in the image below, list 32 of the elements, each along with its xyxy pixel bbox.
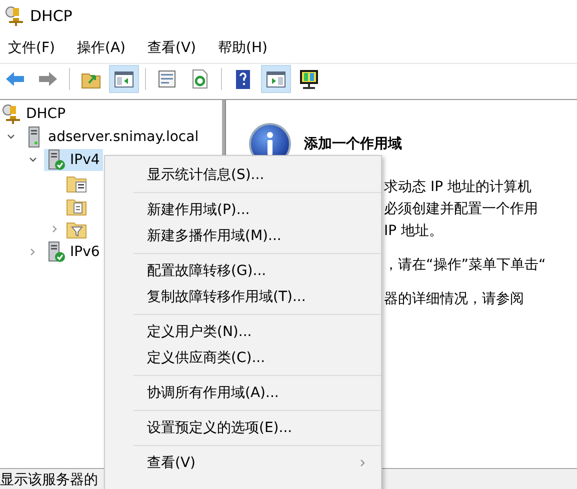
tree-item[interactable]: IPv4	[44, 148, 103, 170]
menu-item[interactable]: 显示统计信息(S)...	[105, 162, 381, 188]
tree-item[interactable]: DHCP	[0, 102, 69, 124]
menu-item[interactable]: 定义用户类(N)...	[105, 319, 381, 345]
menu-item[interactable]: 操作(A)	[76, 39, 126, 57]
menu-item[interactable]: 协调所有作用域(A)...	[105, 380, 381, 406]
menu-item[interactable]: 复制故障转移作用域(T)...	[105, 284, 381, 310]
menu-item[interactable]: 文件(F)	[8, 39, 55, 57]
info-text: 器的详细情况，请参阅	[384, 290, 525, 309]
dhcp-icon	[1, 102, 23, 124]
info-heading: 添加一个作用域	[304, 135, 402, 153]
info-text: ，请在“操作”菜单下单击“	[384, 256, 547, 275]
chevron-down-icon[interactable]	[6, 132, 16, 142]
menu-item[interactable]: 设置预定义的选项(E)...	[105, 415, 381, 441]
tree-item[interactable]: adserver.snimay.local	[22, 126, 202, 148]
menu-item[interactable]: 定义供应商类(C)...	[105, 345, 381, 371]
document-icon	[156, 68, 178, 90]
monitor-icon	[298, 68, 320, 90]
info-text: 求动态 IP 地址的计算机	[384, 178, 532, 197]
dhcp-icon	[4, 5, 24, 27]
console-tree-button[interactable]	[109, 65, 139, 93]
menu-item[interactable]: 配置故障转移(G)...	[105, 258, 381, 284]
menu-item[interactable]: 新建作用域(P)...	[105, 197, 381, 223]
info-text: 必须创建并配置一个作用	[384, 200, 539, 219]
action-pane-button[interactable]	[261, 65, 291, 93]
tree-item[interactable]: IPv6	[44, 240, 103, 262]
menu-item[interactable]: 查看(V)	[148, 39, 196, 57]
window-title: DHCP	[30, 7, 72, 25]
menu-item[interactable]: 新建多播作用域(M)...	[105, 223, 381, 249]
chevron-down-icon[interactable]	[28, 154, 38, 164]
menu-item[interactable]: 帮助(H)	[218, 39, 268, 57]
info-text: IP 地址。	[384, 222, 444, 241]
